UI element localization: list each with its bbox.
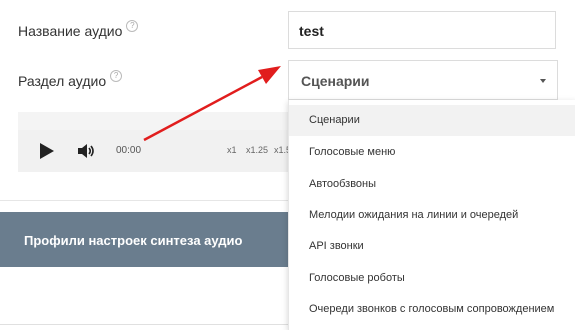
annotation-arrow (143, 66, 281, 142)
